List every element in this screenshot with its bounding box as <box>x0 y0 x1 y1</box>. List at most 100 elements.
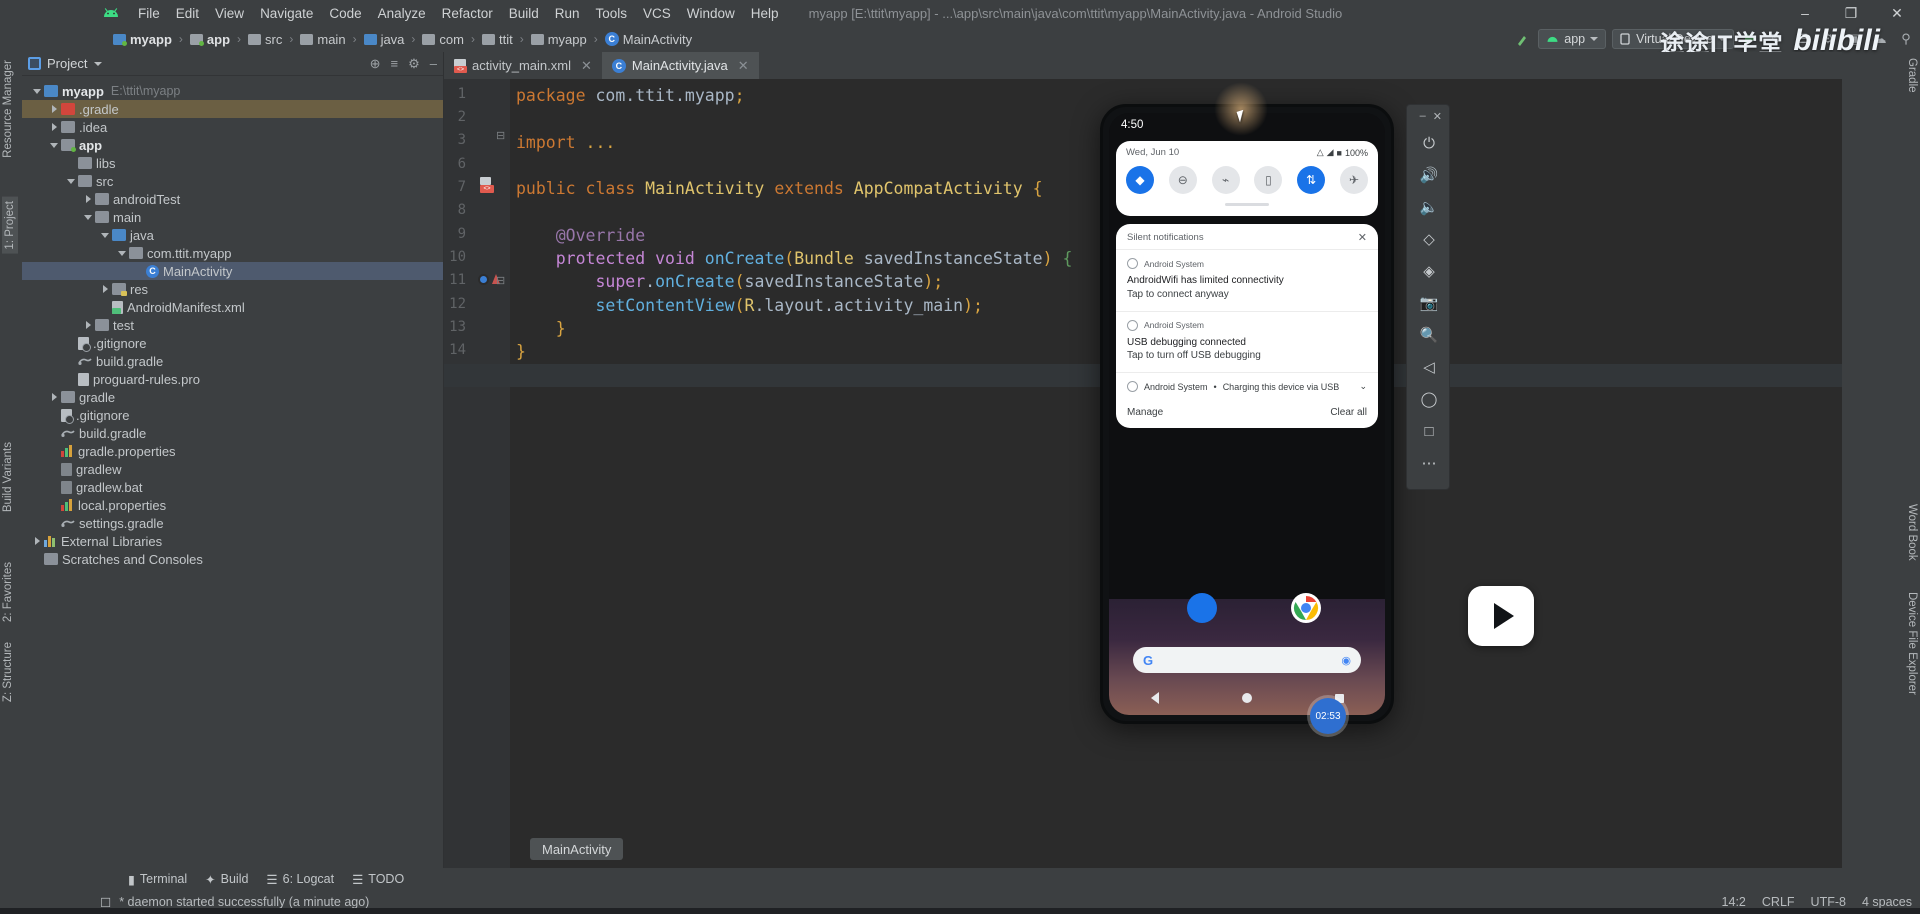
sidebar-tab-favorites[interactable]: 2: Favorites <box>2 562 14 622</box>
sidebar-tab-build-variants[interactable]: Build Variants <box>2 442 14 512</box>
tree-node-com-ttit-myapp[interactable]: com.ttit.myapp <box>22 244 443 262</box>
hide-icon[interactable]: – <box>430 56 437 71</box>
sidebar-tab-device-file-explorer[interactable]: Device File Explorer <box>1906 592 1918 695</box>
tree-node-proguard-rules-pro[interactable]: proguard-rules.pro <box>22 370 443 388</box>
tree-node-myapp[interactable]: myapp E:\ttit\myapp <box>22 82 443 100</box>
menu-view[interactable]: View <box>207 3 252 24</box>
tree-node-java[interactable]: java <box>22 226 443 244</box>
tool-todo[interactable]: ☰ TODO <box>352 872 404 887</box>
menu-navigate[interactable]: Navigate <box>252 3 321 24</box>
breadcrumb-main[interactable]: main <box>297 31 348 48</box>
breadcrumb-app[interactable]: app <box>187 31 233 48</box>
chevron-down-icon[interactable]: ⌄ <box>1359 381 1367 392</box>
tree-node-gradle-properties[interactable]: gradle.properties <box>22 442 443 460</box>
expand-arrow-icon[interactable] <box>51 393 57 401</box>
expand-arrow-icon[interactable] <box>51 123 57 131</box>
menu-refactor[interactable]: Refactor <box>434 3 501 24</box>
tree-node-settings-gradle[interactable]: settings.gradle <box>22 514 443 532</box>
minimize-button[interactable]: – <box>1782 0 1828 26</box>
tree-node-external-libraries[interactable]: External Libraries <box>22 532 443 550</box>
breadcrumb-ttit[interactable]: ttit <box>479 31 516 48</box>
rotate-right-icon[interactable]: ◈ <box>1407 255 1451 287</box>
expand-arrow-icon[interactable] <box>51 105 57 113</box>
emulator-screen[interactable]: 4:50 Wed, Jun 10 △ ◢ ■ 100% ◆ ⊖ ⌁ ▯ ⇅ ✈ … <box>1109 113 1385 715</box>
menu-file[interactable]: File <box>130 3 168 24</box>
assistant-mic-icon[interactable]: ◉ <box>1341 654 1351 667</box>
close-icon[interactable]: ✕ <box>581 58 592 74</box>
data-saver-tile[interactable]: ⇅ <box>1297 166 1326 194</box>
build-hammer-icon[interactable] <box>1512 29 1532 49</box>
collapse-arrow-icon[interactable] <box>118 250 126 256</box>
search-icon[interactable]: ⚲ <box>1896 29 1916 49</box>
sdk-manager-icon[interactable]: ▣ <box>1844 29 1864 49</box>
tool-terminal[interactable]: ▮ Terminal <box>128 872 187 887</box>
clear-all-button[interactable]: Clear all <box>1330 407 1367 418</box>
menu-run[interactable]: Run <box>547 3 588 24</box>
tree-node-gradlew[interactable]: gradlew <box>22 460 443 478</box>
chevron-down-icon[interactable] <box>94 61 103 66</box>
xml-layout-marker-icon[interactable]: <> <box>480 177 496 193</box>
breadcrumb-myapp-pkg[interactable]: myapp <box>528 31 590 48</box>
fold-icon[interactable]: ⊟ <box>496 129 505 142</box>
android-home-screen[interactable]: G ◉ <box>1109 593 1385 715</box>
menu-edit[interactable]: Edit <box>168 3 207 24</box>
menu-analyze[interactable]: Analyze <box>370 3 434 24</box>
menu-vcs[interactable]: VCS <box>635 3 679 24</box>
back-icon[interactable] <box>1150 692 1159 704</box>
tree-node--idea[interactable]: .idea <box>22 118 443 136</box>
tree-node-app[interactable]: app <box>22 136 443 154</box>
project-tree[interactable]: myapp E:\ttit\myapp .gradle .idea app libs src… <box>22 78 443 868</box>
tree-node-androidmanifest-xml[interactable]: AndroidManifest.xml <box>22 298 443 316</box>
chrome-icon[interactable] <box>1291 593 1321 623</box>
tree-node-build-gradle[interactable]: build.gradle <box>22 424 443 442</box>
tab-activity-main-xml[interactable]: activity_main.xml ✕ <box>444 52 602 79</box>
tree-node-res[interactable]: res <box>22 280 443 298</box>
airplane-mode-tile[interactable]: ✈ <box>1339 166 1368 194</box>
tree-node-gradle[interactable]: gradle <box>22 388 443 406</box>
overview-icon[interactable]: □ <box>1407 415 1451 447</box>
notification-shade[interactable]: Silent notifications ✕ Android System An… <box>1116 224 1378 429</box>
tree-node-mainactivity[interactable]: C MainActivity <box>22 262 443 280</box>
emulator-window[interactable]: 4:50 Wed, Jun 10 △ ◢ ■ 100% ◆ ⊖ ⌁ ▯ ⇅ ✈ … <box>1100 104 1394 724</box>
close-button[interactable]: ✕ <box>1433 110 1442 123</box>
tree-node--gitignore[interactable]: .gitignore <box>22 406 443 424</box>
tree-node-test[interactable]: test <box>22 316 443 334</box>
expand-arrow-icon[interactable] <box>102 285 108 293</box>
volume-down-icon[interactable]: 🔈 <box>1407 191 1451 223</box>
window-controls[interactable]: – ❐ ✕ <box>1782 0 1920 26</box>
gear-icon[interactable]: ⚙ <box>408 56 420 72</box>
expand-arrow-icon[interactable] <box>85 321 91 329</box>
profiler-icon[interactable]: ☁ <box>1870 29 1890 49</box>
file-encoding[interactable]: UTF-8 <box>1811 895 1846 909</box>
emulator-window-controls[interactable]: – ✕ <box>1407 105 1449 127</box>
tool-logcat[interactable]: ☰ 6: Logcat <box>266 872 334 887</box>
menu-help[interactable]: Help <box>743 3 787 24</box>
screenshot-icon[interactable]: 📷 <box>1407 287 1451 319</box>
quick-settings-tiles[interactable]: ◆ ⊖ ⌁ ▯ ⇅ ✈ <box>1126 166 1368 194</box>
indent-setting[interactable]: 4 spaces <box>1862 895 1912 909</box>
tree-node-src[interactable]: src <box>22 172 443 190</box>
collapse-arrow-icon[interactable] <box>67 178 75 184</box>
sidebar-tab-word-book[interactable]: Word Book <box>1906 504 1918 561</box>
sidebar-tab-structure[interactable]: Z: Structure <box>2 642 14 702</box>
flashlight-tile[interactable]: ⌁ <box>1211 166 1240 194</box>
dnd-tile[interactable]: ⊖ <box>1168 166 1197 194</box>
locate-icon[interactable]: ⊕ <box>370 56 381 72</box>
menu-window[interactable]: Window <box>679 3 743 24</box>
tree-node-androidtest[interactable]: androidTest <box>22 190 443 208</box>
auto-rotate-tile[interactable]: ▯ <box>1254 166 1283 194</box>
more-icon[interactable]: ⋯ <box>1407 447 1451 479</box>
tree-node--gitignore[interactable]: .gitignore <box>22 334 443 352</box>
wifi-off-tile[interactable]: ◆ <box>1126 166 1154 194</box>
close-button[interactable]: ✕ <box>1874 0 1920 26</box>
sidebar-tab-project[interactable]: 1: Project <box>2 197 18 254</box>
tree-node-libs[interactable]: libs <box>22 154 443 172</box>
collapse-arrow-icon[interactable] <box>33 88 41 94</box>
breakpoint-icon[interactable] <box>478 274 489 285</box>
notification-collapsed-item[interactable]: Android System • Charging this device vi… <box>1116 372 1378 400</box>
run-button[interactable] <box>1740 29 1760 49</box>
breadcrumb-mainactivity[interactable]: C MainActivity <box>602 31 695 48</box>
rerun-icon[interactable]: ↻ <box>1766 29 1786 49</box>
notification-actions[interactable]: Manage Clear all <box>1116 400 1378 428</box>
tree-node-scratches-and-consoles[interactable]: Scratches and Consoles <box>22 550 443 568</box>
